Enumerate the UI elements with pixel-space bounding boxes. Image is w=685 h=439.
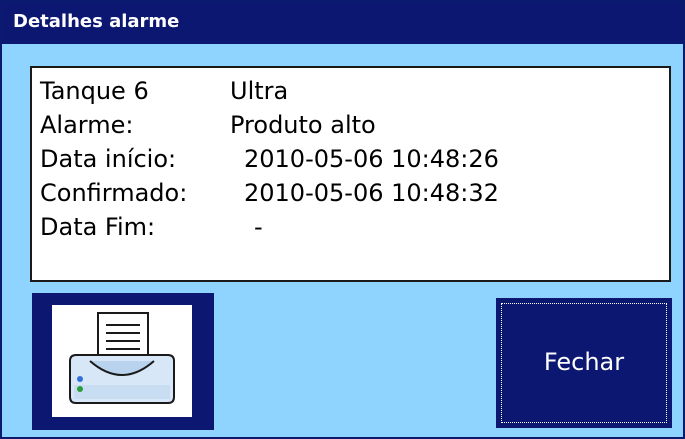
confirmed-label: Confirmado: xyxy=(40,179,188,207)
tank-label: Tanque 6 xyxy=(40,77,149,105)
alarm-label: Alarme: xyxy=(40,111,134,139)
end-date-label: Data Fim: xyxy=(40,213,156,241)
alarm-details-window: Detalhes alarme Tanque 6 Ultra Alarme: P… xyxy=(0,0,685,439)
printer-icon xyxy=(69,312,175,404)
print-button-face[interactable] xyxy=(52,305,192,417)
window-title: Detalhes alarme xyxy=(13,11,180,32)
start-date-value: 2010-05-06 10:48:26 xyxy=(244,145,499,173)
confirmed-value: 2010-05-06 10:48:32 xyxy=(244,179,499,207)
close-button-label: Fechar xyxy=(543,348,625,376)
tank-value: Ultra xyxy=(230,77,289,105)
title-bar: Detalhes alarme xyxy=(2,2,683,44)
print-button[interactable] xyxy=(32,293,214,430)
end-date-value: - xyxy=(254,213,263,241)
start-date-label: Data início: xyxy=(40,145,177,173)
alarm-details-panel: Tanque 6 Ultra Alarme: Produto alto Data… xyxy=(30,66,671,282)
alarm-value: Produto alto xyxy=(230,111,376,139)
close-button[interactable]: Fechar xyxy=(494,296,674,430)
